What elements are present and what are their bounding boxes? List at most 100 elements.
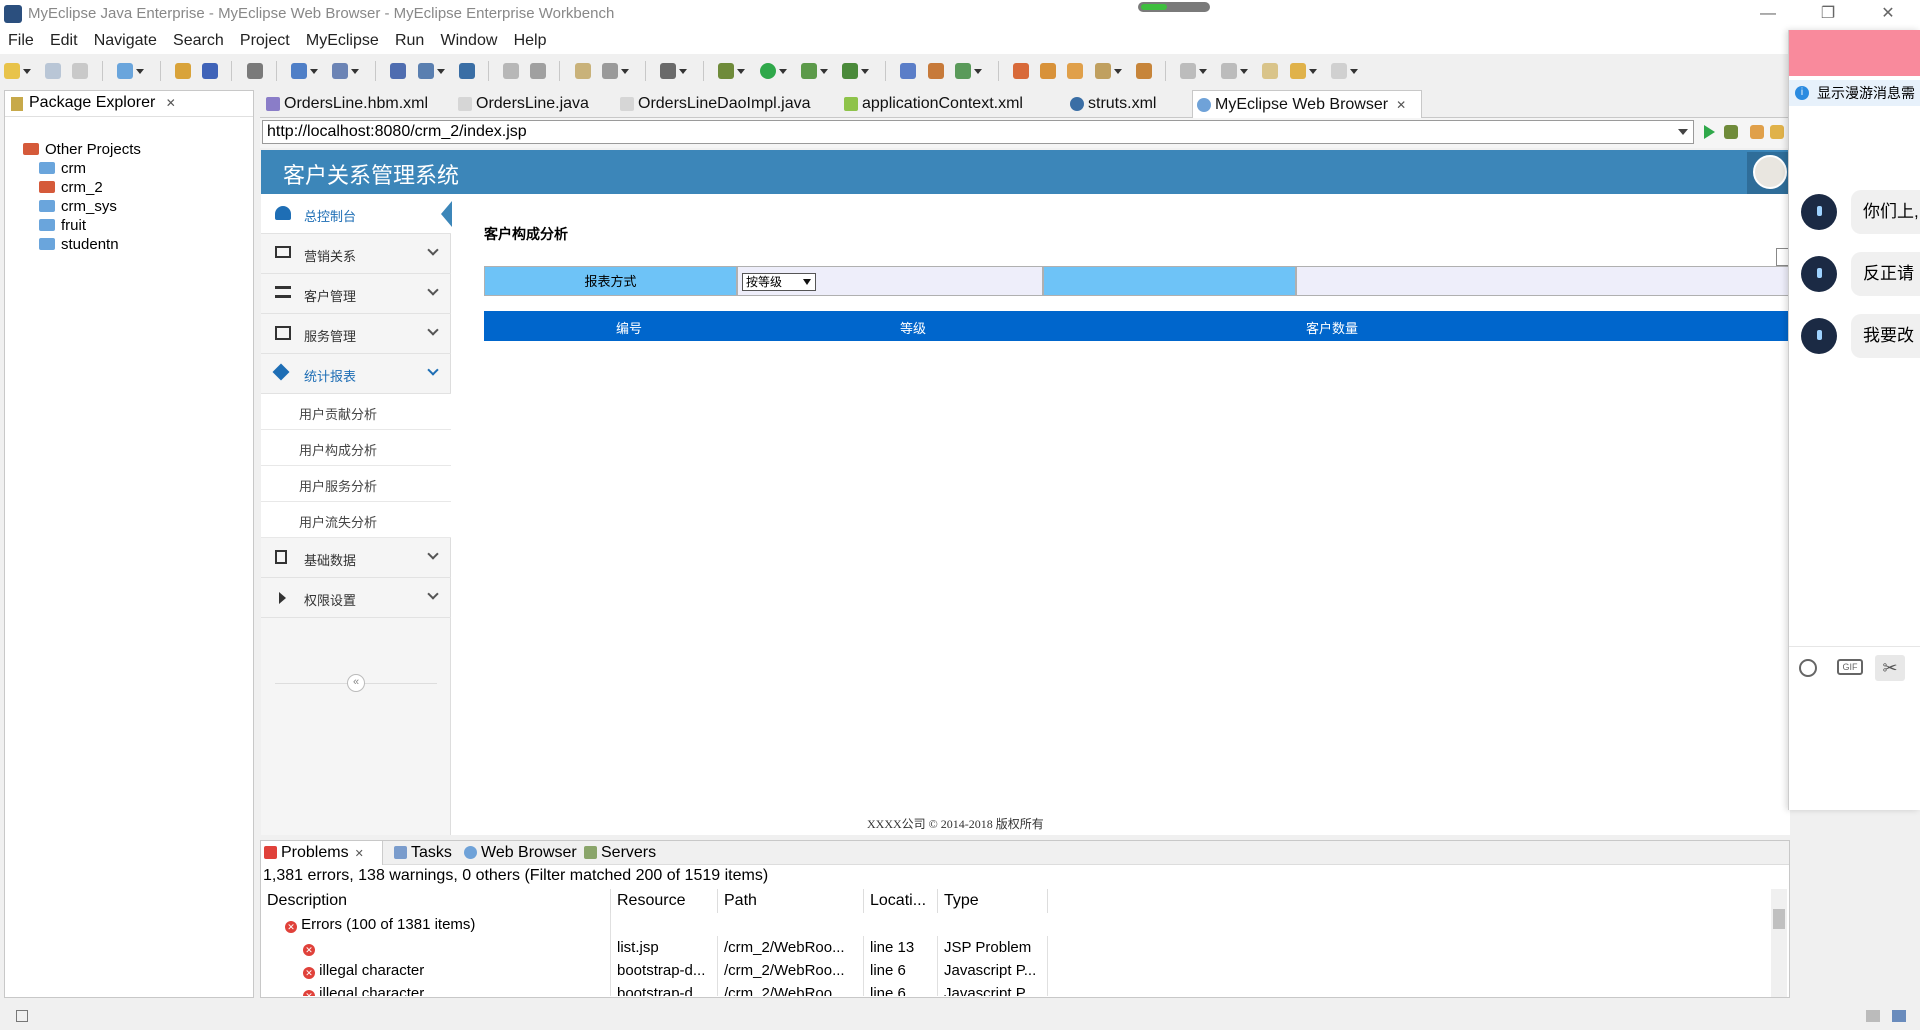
forward-icon[interactable] xyxy=(1330,63,1347,79)
new-icon[interactable] xyxy=(4,63,20,79)
tab-application-context[interactable]: applicationContext.xml xyxy=(840,90,1064,118)
go-icon[interactable] xyxy=(1704,125,1715,139)
search-icon[interactable] xyxy=(530,63,547,79)
tab-struts-xml[interactable]: struts.xml xyxy=(1066,90,1190,118)
server-icon[interactable] xyxy=(246,63,263,79)
subnav-churn-analysis[interactable]: 用户流失分析 xyxy=(261,502,451,538)
menu-myeclipse[interactable]: MyEclipse xyxy=(306,28,379,54)
close-tab-icon[interactable]: ✕ xyxy=(1396,98,1406,112)
problem-group-errors[interactable]: ✕ Errors (100 of 1381 items) xyxy=(261,913,1789,936)
new-servlet-icon[interactable] xyxy=(332,63,349,79)
trim-view-icon[interactable] xyxy=(1892,1010,1906,1022)
column-description[interactable]: Description xyxy=(261,889,611,913)
tree-project-studentn[interactable]: studentn xyxy=(39,234,119,256)
scissors-icon[interactable]: ✂ xyxy=(1875,655,1905,681)
close-window-button[interactable]: ✕ xyxy=(1870,2,1906,26)
run-icon[interactable] xyxy=(759,63,776,79)
new-class-icon[interactable] xyxy=(954,63,971,79)
debug-page-icon[interactable] xyxy=(1724,125,1738,139)
sidebar-collapse-button[interactable]: « xyxy=(347,674,365,692)
pen-icon[interactable] xyxy=(1094,63,1111,79)
new-package-icon[interactable] xyxy=(927,63,944,79)
nav-customer-management[interactable]: 客户管理 xyxy=(261,274,451,314)
package-explorer-tab[interactable]: Package Explorer ✕ xyxy=(5,91,253,117)
tab-tasks[interactable]: Tasks xyxy=(391,841,461,865)
debug-icon[interactable] xyxy=(503,63,520,79)
restore-button[interactable]: ❐ xyxy=(1810,2,1846,26)
menu-window[interactable]: Window xyxy=(440,28,497,54)
tab-orders-line-dao-impl[interactable]: OrdersLineDaoImpl.java xyxy=(616,90,838,118)
tab-problems[interactable]: Problems ✕ xyxy=(261,841,383,865)
package-icon[interactable] xyxy=(175,63,192,79)
tab-orders-line-hbm[interactable]: OrdersLine.hbm.xml xyxy=(262,90,452,118)
tab-web-browser[interactable]: MyEclipse Web Browser ✕ xyxy=(1192,90,1422,118)
bookmark-icon[interactable] xyxy=(1750,125,1764,139)
menu-navigate[interactable]: Navigate xyxy=(94,28,157,54)
new-project-icon[interactable] xyxy=(116,63,133,79)
save-icon[interactable] xyxy=(45,63,62,79)
scrollbar-thumb[interactable] xyxy=(1773,909,1785,929)
minimize-button[interactable]: — xyxy=(1750,2,1786,26)
tab-orders-line-java[interactable]: OrdersLine.java xyxy=(454,90,614,118)
table-row[interactable]: ✕ illegal character bootstrap-d... /crm_… xyxy=(261,959,1789,982)
roaming-message-notice[interactable]: i 显示漫游消息需 xyxy=(1789,80,1920,106)
subnav-contribution-analysis[interactable]: 用户贡献分析 xyxy=(261,394,451,430)
user-avatar[interactable] xyxy=(1747,152,1790,194)
external-tools-icon[interactable] xyxy=(601,63,618,79)
back-arrow-icon[interactable] xyxy=(1770,125,1784,139)
report-method-select[interactable]: 按等级 xyxy=(742,273,816,291)
subnav-service-analysis[interactable]: 用户服务分析 xyxy=(261,466,451,502)
nav-dashboard[interactable]: 总控制台 xyxy=(261,194,452,234)
chat-message[interactable]: 你们上, xyxy=(1789,190,1920,236)
external-run-icon[interactable] xyxy=(841,63,858,79)
open-task-icon[interactable] xyxy=(1040,63,1057,79)
fast-view-icon[interactable] xyxy=(16,1010,28,1022)
close-view-icon[interactable]: ✕ xyxy=(355,848,364,860)
open-resource-icon[interactable] xyxy=(1067,63,1084,79)
gif-icon[interactable]: GIF xyxy=(1837,659,1863,675)
annotate-icon[interactable] xyxy=(1135,63,1152,79)
emoji-icon[interactable] xyxy=(1799,659,1817,677)
back-icon[interactable] xyxy=(1289,63,1306,79)
hibernate-icon[interactable] xyxy=(417,63,434,79)
column-type[interactable]: Type xyxy=(938,889,1048,913)
print-icon[interactable] xyxy=(72,63,89,79)
menu-run[interactable]: Run xyxy=(395,28,424,54)
menu-search[interactable]: Search xyxy=(173,28,224,54)
class-icon[interactable] xyxy=(574,63,591,79)
nav-service-management[interactable]: 服务管理 xyxy=(261,314,451,354)
toggle-icon[interactable] xyxy=(660,63,677,79)
nav-basic-data[interactable]: 基础数据 xyxy=(261,538,451,578)
menu-edit[interactable]: Edit xyxy=(50,28,78,54)
new-java-project-icon[interactable] xyxy=(900,63,917,79)
column-resource[interactable]: Resource xyxy=(611,889,718,913)
column-path[interactable]: Path xyxy=(718,889,864,913)
menu-file[interactable]: File xyxy=(8,28,34,54)
table-row[interactable]: ✕ illegal character bootstrap-d... /crm_… xyxy=(261,982,1789,996)
deploy-icon[interactable] xyxy=(202,63,219,79)
next-annotation-icon[interactable] xyxy=(1180,63,1197,79)
close-view-icon[interactable]: ✕ xyxy=(166,96,176,110)
problems-scrollbar[interactable] xyxy=(1771,889,1787,997)
nav-statistics-reports[interactable]: 统计报表 xyxy=(261,354,451,394)
browser-icon[interactable] xyxy=(458,63,475,79)
url-history-dropdown-icon[interactable] xyxy=(1678,129,1688,135)
subnav-composition-analysis[interactable]: 用户构成分析 xyxy=(261,430,451,466)
new-web-project-icon[interactable] xyxy=(290,63,307,79)
menu-project[interactable]: Project xyxy=(240,28,290,54)
column-location[interactable]: Locati... xyxy=(864,889,938,913)
tab-web-browser-view[interactable]: Web Browser xyxy=(461,841,581,865)
chat-message[interactable]: 反正请 xyxy=(1789,252,1920,298)
trim-restore-icon[interactable] xyxy=(1866,1010,1880,1022)
debug-run-icon[interactable] xyxy=(718,63,735,79)
chat-message[interactable]: 我要改 xyxy=(1789,314,1920,360)
nav-marketing[interactable]: 营销关系 xyxy=(261,234,451,274)
nav-permission-settings[interactable]: 权限设置 xyxy=(261,578,451,618)
table-row[interactable]: ✕ list.jsp /crm_2/WebRoo... line 13 JSP … xyxy=(261,936,1789,959)
last-edit-icon[interactable] xyxy=(1262,63,1279,79)
url-input[interactable]: http://localhost:8080/crm_2/index.jsp xyxy=(262,120,1694,144)
menu-help[interactable]: Help xyxy=(514,28,547,54)
open-type-icon[interactable] xyxy=(1013,63,1030,79)
previous-annotation-icon[interactable] xyxy=(1221,63,1238,79)
tab-servers[interactable]: Servers xyxy=(581,841,671,865)
